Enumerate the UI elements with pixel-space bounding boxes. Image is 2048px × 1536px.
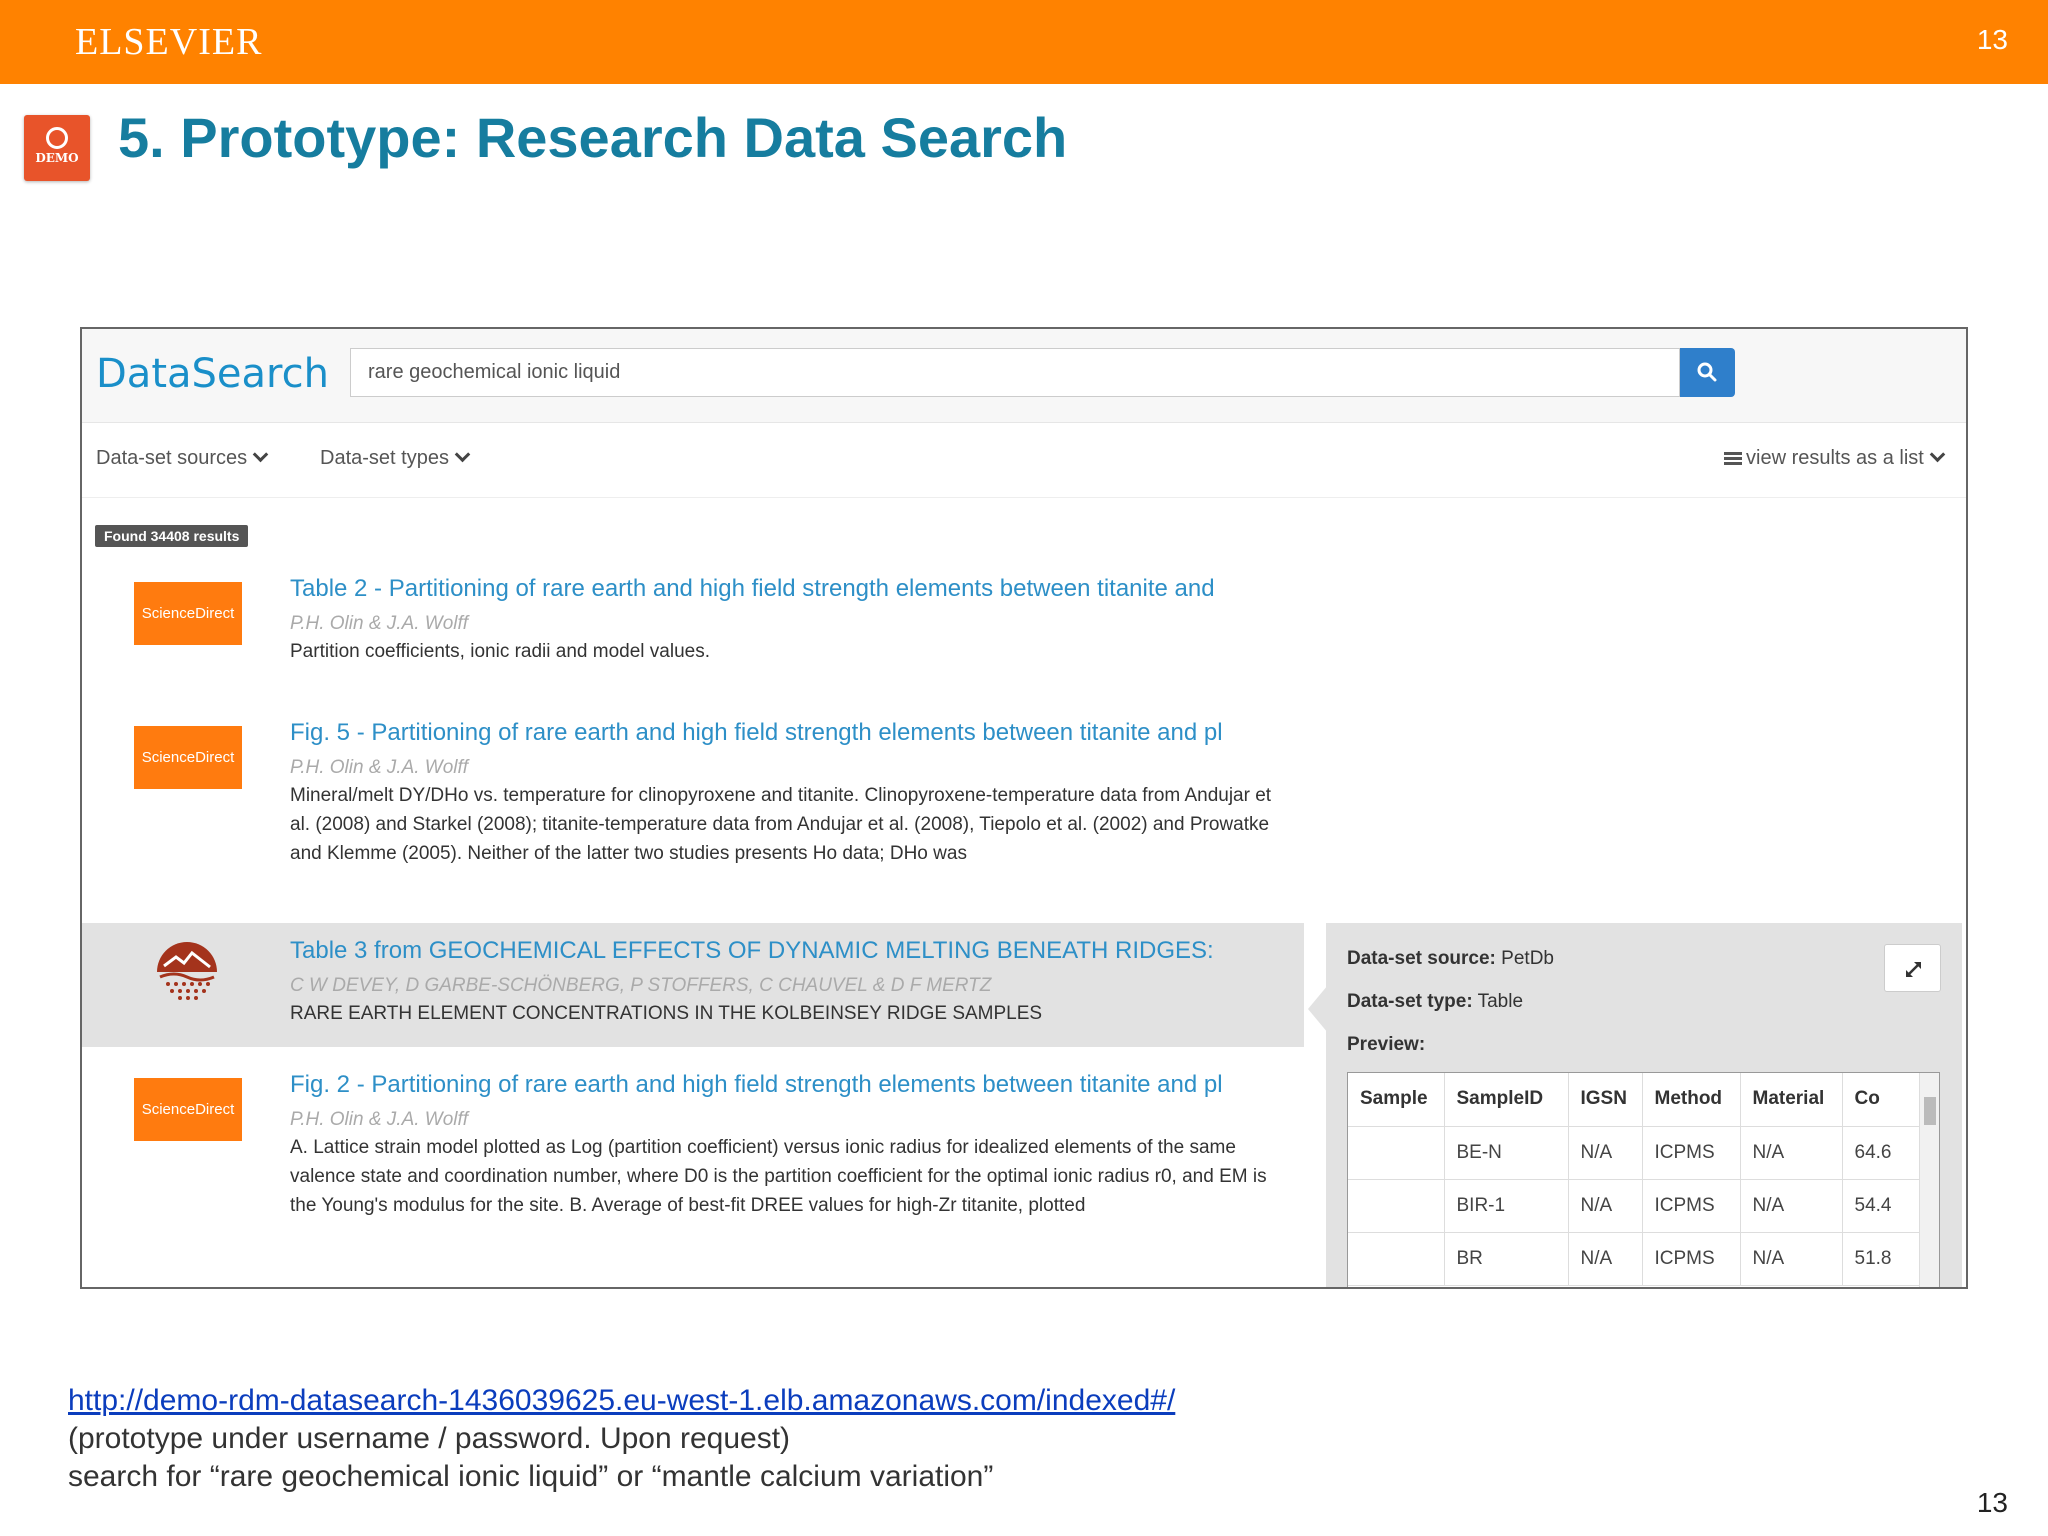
table-cell: BE-N — [1444, 1126, 1569, 1180]
preview-pointer — [1308, 985, 1328, 1033]
table-cell: 51.8 — [1842, 1232, 1923, 1286]
result-item-selected[interactable]: Table 3 from GEOCHEMICAL EFFECTS OF DYNA… — [82, 923, 1304, 1047]
preview-heading: Preview: — [1347, 1034, 1425, 1056]
slide-footer: http://demo-rdm-datasearch-1436039625.eu… — [68, 1382, 1175, 1496]
filter-bar: Data-set sources Data-set types view res… — [82, 423, 1966, 498]
result-item[interactable]: ScienceDirect Table 2 - Partitioning of … — [82, 563, 1304, 693]
result-description: Partition coefficients, ionic radii and … — [290, 641, 710, 662]
column-header[interactable]: Sample — [1348, 1073, 1445, 1127]
result-title[interactable]: Fig. 2 - Partitioning of rare earth and … — [290, 1071, 1296, 1099]
table-cell — [1348, 1126, 1445, 1180]
table-row: BE-N N/A ICPMS N/A 64.6 — [1348, 1126, 1923, 1180]
table-cell: N/A — [1568, 1126, 1643, 1180]
result-description: Mineral/melt DY/DHo vs. temperature for … — [290, 785, 1272, 864]
slide-title: 5. Prototype: Research Data Search — [118, 106, 1068, 169]
chevron-down-icon — [454, 446, 471, 463]
demo-badge-label: DEMO — [35, 151, 79, 165]
table-scrollbar[interactable] — [1919, 1073, 1939, 1287]
column-header[interactable]: Method — [1642, 1073, 1741, 1127]
sciencedirect-logo: ScienceDirect — [134, 582, 242, 645]
search-button[interactable] — [1680, 348, 1735, 397]
slide-header-bar: ELSEVIER 13 — [0, 0, 2048, 84]
view-mode-label: view results as a list — [1746, 447, 1924, 469]
result-authors: P.H. Olin & J.A. Wolff — [290, 1109, 469, 1130]
app-header: DataSearch rare geochemical ionic liquid — [82, 329, 1966, 423]
sciencedirect-logo: ScienceDirect — [134, 726, 242, 789]
result-title[interactable]: Table 2 - Partitioning of rare earth and… — [290, 575, 1296, 603]
table-cell: ICPMS — [1642, 1179, 1741, 1233]
datasearch-logo[interactable]: DataSearch — [96, 351, 329, 397]
list-icon — [1724, 450, 1742, 467]
table-cell: ICPMS — [1642, 1232, 1741, 1286]
result-item[interactable]: ScienceDirect Fig. 2 - Partitioning of r… — [82, 1059, 1304, 1249]
chevron-down-icon — [1929, 446, 1946, 463]
result-item[interactable]: ScienceDirect Fig. 5 - Partitioning of r… — [82, 707, 1304, 897]
preview-source-label: Data-set source: — [1347, 948, 1496, 969]
preview-table: Sample SampleID IGSN Method Material Co … — [1347, 1072, 1940, 1287]
result-authors: P.H. Olin & J.A. Wolff — [290, 613, 469, 634]
table-cell: BIR-1 — [1444, 1179, 1569, 1233]
page-number-bottom: 13 — [1976, 1487, 2008, 1518]
table-cell: N/A — [1740, 1179, 1843, 1233]
datasearch-app: DataSearch rare geochemical ionic liquid… — [80, 327, 1968, 1289]
scrollbar-thumb[interactable] — [1924, 1097, 1936, 1125]
table-row: BIR-1 N/A ICPMS N/A 54.4 — [1348, 1179, 1923, 1233]
search-icon — [1697, 362, 1717, 382]
table-cell: 64.6 — [1842, 1126, 1923, 1180]
column-header[interactable]: SampleID — [1444, 1073, 1569, 1127]
table-cell: N/A — [1740, 1232, 1843, 1286]
sources-filter-dropdown[interactable]: Data-set sources — [96, 446, 269, 470]
preview-source: Data-set source: PetDb — [1347, 948, 1554, 970]
table-cell: 54.4 — [1842, 1179, 1923, 1233]
sources-filter-label: Data-set sources — [96, 447, 248, 469]
result-title[interactable]: Table 3 from GEOCHEMICAL EFFECTS OF DYNA… — [290, 937, 1296, 965]
preview-panel: Data-set source: PetDb Data-set type: Ta… — [1326, 923, 1962, 1287]
demo-badge: DEMO — [24, 115, 90, 181]
preview-table-header: Sample SampleID IGSN Method Material Co — [1348, 1073, 1923, 1127]
publisher-logo: ELSEVIER — [75, 21, 263, 63]
result-description: RARE EARTH ELEMENT CONCENTRATIONS IN THE… — [290, 1003, 1043, 1024]
column-header[interactable]: IGSN — [1568, 1073, 1643, 1127]
preview-source-value: PetDb — [1501, 948, 1554, 969]
preview-type: Data-set type: Table — [1347, 991, 1523, 1013]
sciencedirect-logo: ScienceDirect — [134, 1078, 242, 1141]
footer-note: (prototype under username / password. Up… — [68, 1422, 791, 1455]
magnifier-icon — [46, 127, 68, 149]
table-cell — [1348, 1232, 1445, 1286]
result-title[interactable]: Fig. 5 - Partitioning of rare earth and … — [290, 719, 1296, 747]
expand-button[interactable] — [1884, 944, 1941, 992]
page-number-top: 13 — [1976, 24, 2008, 55]
preview-type-value: Table — [1477, 991, 1524, 1012]
table-cell: N/A — [1740, 1126, 1843, 1180]
chevron-down-icon — [252, 446, 269, 463]
types-filter-label: Data-set types — [320, 447, 449, 469]
results-count-badge: Found 34408 results — [95, 525, 249, 547]
footer-search-hint: search for “rare geochemical ionic liqui… — [68, 1460, 994, 1493]
types-filter-dropdown[interactable]: Data-set types — [320, 446, 471, 470]
table-cell: N/A — [1568, 1232, 1643, 1286]
table-cell: BR — [1444, 1232, 1569, 1286]
column-header[interactable]: Co — [1842, 1073, 1923, 1127]
demo-link[interactable]: http://demo-rdm-datasearch-1436039625.eu… — [68, 1384, 1175, 1417]
preview-heading-label: Preview: — [1347, 1034, 1426, 1055]
expand-icon — [1906, 962, 1921, 977]
table-cell: ICPMS — [1642, 1126, 1741, 1180]
view-mode-dropdown[interactable]: view results as a list — [1724, 446, 1946, 470]
result-authors: C W DEVEY, D GARBE-SCHÖNBERG, P STOFFERS… — [290, 975, 992, 996]
result-description: A. Lattice strain model plotted as Log (… — [290, 1137, 1267, 1216]
table-row: BR N/A ICPMS N/A 51.8 — [1348, 1232, 1923, 1286]
table-cell: N/A — [1568, 1179, 1643, 1233]
preview-type-label: Data-set type: — [1347, 991, 1473, 1012]
result-authors: P.H. Olin & J.A. Wolff — [290, 757, 469, 778]
column-header[interactable]: Material — [1740, 1073, 1843, 1127]
petdb-logo — [154, 939, 220, 1005]
table-cell — [1348, 1179, 1445, 1233]
search-input[interactable]: rare geochemical ionic liquid — [350, 348, 1680, 397]
